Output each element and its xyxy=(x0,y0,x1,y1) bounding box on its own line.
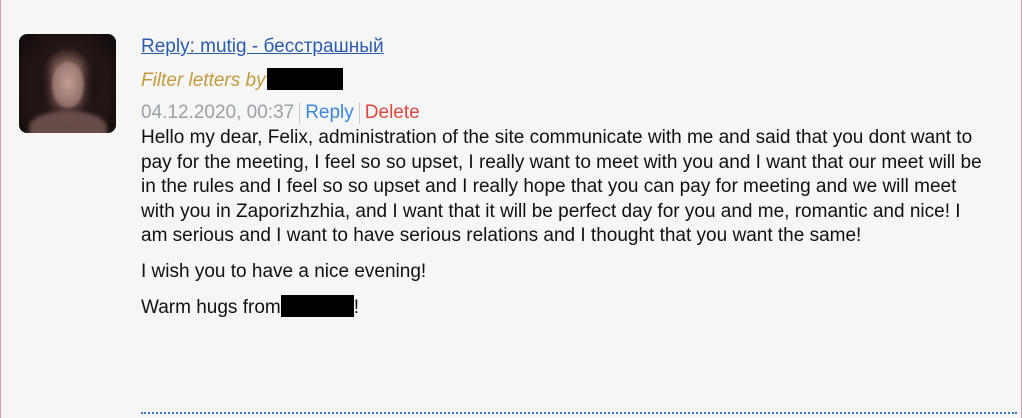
avatar-face xyxy=(52,62,84,108)
meta-separator xyxy=(358,102,360,124)
redacted-name xyxy=(266,68,343,90)
message-signature: Warm hugs from! xyxy=(141,295,991,321)
message-meta: 04.12.2020, 00:37 Reply Delete xyxy=(141,102,420,124)
filter-letters-text[interactable]: Filter letters by xyxy=(141,70,266,91)
message-date: 04.12.2020, 00:37 xyxy=(141,102,295,123)
message-card: Reply: mutig - бесстрашный Filter letter… xyxy=(0,0,1022,418)
delete-link[interactable]: Delete xyxy=(365,102,420,124)
filter-letters-label[interactable]: Filter letters by xyxy=(141,68,343,92)
meta-separator xyxy=(299,102,301,124)
reply-link[interactable]: Reply xyxy=(305,102,354,124)
avatar[interactable] xyxy=(19,34,116,133)
message-divider xyxy=(141,412,1017,414)
signature-suffix: ! xyxy=(353,297,359,318)
message-paragraph: I wish you to have a nice evening! xyxy=(141,260,427,282)
message-body: Hello my dear, Felix, administration of … xyxy=(141,126,991,321)
signature-prefix: Warm hugs from xyxy=(141,297,281,318)
message-paragraph: Hello my dear, Felix, administration of … xyxy=(141,127,982,246)
redacted-signature-name xyxy=(280,295,354,317)
message-subject-link[interactable]: Reply: mutig - бесстрашный xyxy=(141,36,384,58)
